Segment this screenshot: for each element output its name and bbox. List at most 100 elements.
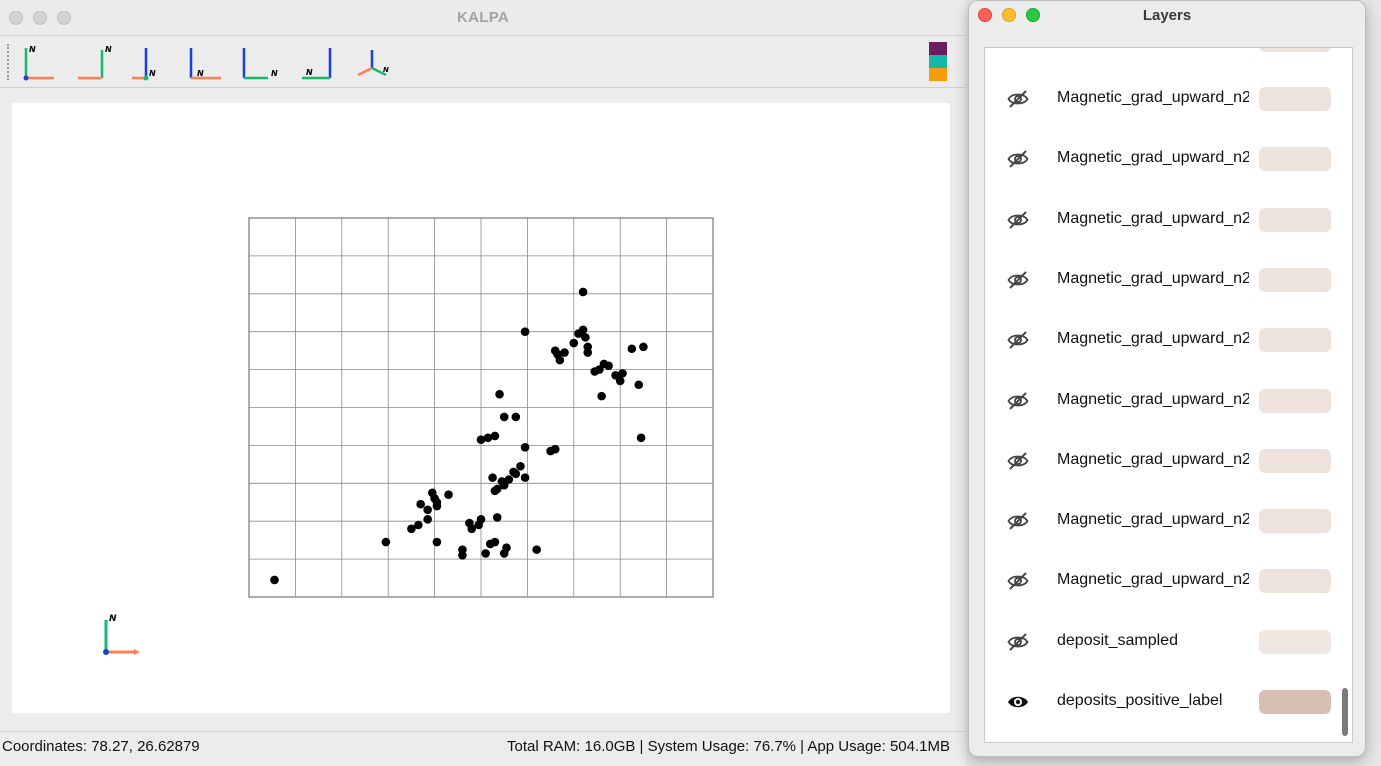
data-point[interactable] (444, 490, 453, 499)
view-isometric-button[interactable]: N (352, 42, 392, 84)
data-point[interactable] (495, 389, 504, 399)
layer-row[interactable]: Magnetic_grad_upward_n2 (985, 190, 1352, 250)
data-point[interactable] (488, 473, 497, 482)
layers-list[interactable]: Magnetic_grad_upward_n2 Magnetic_grad_upw… (984, 47, 1353, 743)
layers-titlebar: Layers (969, 1, 1365, 31)
scatter-plot[interactable]: N (12, 103, 950, 713)
layers-scrollbar[interactable] (1342, 688, 1348, 736)
data-point[interactable] (492, 513, 502, 522)
data-point[interactable] (427, 488, 437, 498)
data-point[interactable] (481, 549, 490, 558)
data-point[interactable] (520, 442, 530, 452)
data-point[interactable] (432, 537, 442, 547)
data-point[interactable] (569, 338, 579, 348)
layer-color-swatch[interactable] (1259, 87, 1331, 111)
data-point[interactable] (516, 461, 525, 471)
eye-slash-icon[interactable] (1007, 148, 1029, 170)
toolbar-grip[interactable] (7, 44, 10, 80)
eye-slash-icon[interactable] (1007, 269, 1029, 291)
view-top-button[interactable]: N (238, 42, 278, 84)
eye-slash-icon[interactable] (1007, 510, 1029, 532)
data-point[interactable] (639, 342, 648, 352)
layer-row[interactable]: deposit_sampled (985, 612, 1352, 672)
eye-slash-icon[interactable] (1007, 209, 1029, 231)
layer-row[interactable]: Magnetic_grad_upward_n2 (985, 250, 1352, 310)
layer-color-swatch[interactable] (1259, 448, 1331, 473)
layer-color-swatch[interactable] (1259, 328, 1331, 353)
data-point[interactable] (627, 344, 637, 354)
data-point[interactable] (432, 501, 442, 511)
data-point[interactable] (381, 537, 391, 547)
layer-color-swatch[interactable] (1259, 509, 1331, 534)
data-point[interactable] (520, 327, 530, 336)
data-point[interactable] (618, 369, 627, 378)
layer-name: deposit_sampled (1057, 631, 1178, 649)
eye-slash-icon[interactable] (1007, 631, 1029, 653)
status-bar: Coordinates: 78.27, 26.62879 Total RAM: … (0, 731, 966, 761)
axis-gizmo-icon: N (132, 48, 156, 81)
eye-icon[interactable] (1007, 691, 1029, 713)
eye-slash-icon[interactable] (1007, 88, 1029, 110)
layer-row[interactable]: Magnetic_grad_upward_n2 (985, 69, 1352, 129)
view-bottom-button[interactable]: N (296, 42, 336, 84)
data-point[interactable] (499, 549, 509, 558)
data-point[interactable] (599, 359, 609, 369)
data-point[interactable] (476, 435, 486, 445)
data-point[interactable] (581, 333, 590, 342)
view-front-button[interactable]: N (18, 42, 58, 84)
data-point[interactable] (414, 520, 423, 530)
data-point[interactable] (550, 444, 560, 454)
map-viewport[interactable]: N (12, 103, 950, 713)
swatch-orange[interactable] (929, 68, 947, 81)
layer-color-swatch[interactable] (1259, 629, 1331, 654)
eye-slash-icon[interactable] (1007, 390, 1029, 412)
data-point[interactable] (555, 355, 565, 365)
view-left-button[interactable]: N (185, 42, 225, 84)
data-point[interactable] (416, 499, 425, 509)
swatch-teal[interactable] (929, 55, 947, 68)
layer-row[interactable]: Magnetic_grad_upward_n2 (985, 551, 1352, 611)
svg-text:N: N (383, 66, 389, 74)
data-point[interactable] (634, 380, 644, 390)
data-point[interactable] (520, 473, 530, 482)
data-point[interactable] (560, 348, 569, 357)
layer-row[interactable]: Magnetic_grad_upward_n2 (985, 431, 1352, 491)
eye-slash-icon[interactable] (1007, 450, 1029, 472)
data-point[interactable] (270, 575, 279, 585)
data-point[interactable] (499, 412, 509, 422)
layer-row[interactable]: Magnetic_grad_upward_n2 (985, 129, 1352, 189)
layer-color-swatch[interactable] (1259, 147, 1331, 172)
data-point[interactable] (458, 551, 467, 560)
data-point[interactable] (476, 515, 486, 524)
layer-row[interactable]: Magnetic_grad_upward_n2 (985, 310, 1352, 370)
view-back-button[interactable]: N (130, 42, 170, 84)
data-point[interactable] (578, 287, 588, 297)
layer-row[interactable]: deposits_positive_label (985, 672, 1352, 732)
data-point[interactable] (532, 545, 541, 554)
eye-slash-icon[interactable] (1007, 329, 1029, 351)
layer-color-swatch[interactable] (1259, 207, 1331, 232)
layer-color-swatch[interactable] (1259, 388, 1331, 413)
data-point[interactable] (583, 348, 593, 357)
data-point[interactable] (511, 412, 521, 422)
data-point[interactable] (490, 537, 500, 547)
axis-north-label: N (109, 614, 117, 624)
layer-row[interactable]: Magnetic_grad_upward_n2 (985, 371, 1352, 431)
layer-color-swatch[interactable] (1259, 48, 1331, 52)
swatch-purple[interactable] (929, 42, 947, 55)
color-swatches[interactable] (929, 42, 947, 82)
data-point[interactable] (578, 325, 588, 335)
data-point[interactable] (636, 433, 646, 443)
data-point[interactable] (423, 515, 432, 524)
layer-row[interactable]: Magnetic_grad_upward_n2 (985, 491, 1352, 551)
data-point[interactable] (615, 376, 625, 386)
layer-color-swatch[interactable] (1259, 690, 1331, 714)
data-point[interactable] (597, 391, 606, 401)
data-point[interactable] (423, 505, 432, 515)
data-point[interactable] (511, 469, 521, 479)
view-right-button[interactable]: N (74, 42, 114, 84)
data-point[interactable] (504, 475, 514, 484)
eye-slash-icon[interactable] (1007, 570, 1029, 592)
layer-color-swatch[interactable] (1259, 267, 1331, 292)
layer-color-swatch[interactable] (1259, 569, 1331, 594)
